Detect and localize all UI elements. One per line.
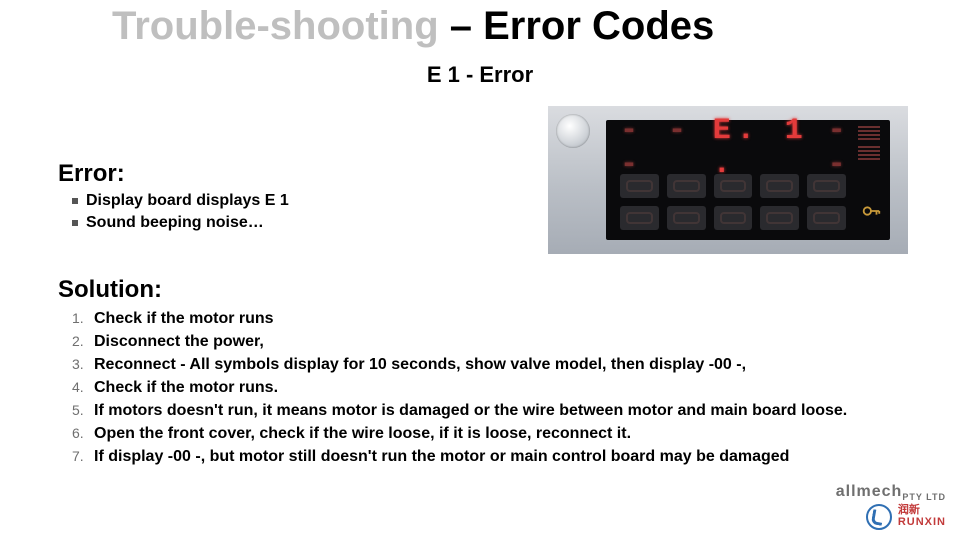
page-title: Trouble-shooting – Error Codes — [112, 4, 714, 49]
seg-leading-dashes: - - - — [620, 114, 701, 182]
mode-icon — [760, 206, 799, 230]
seven-segment-display: - - - E. 1 . - - — [620, 128, 876, 168]
solution-item-text: Reconnect - All symbols display for 10 s… — [94, 356, 746, 373]
runxin-text: 润新 RUNXIN — [898, 505, 946, 528]
allmech-sub: PTY LTD — [902, 492, 946, 502]
list-item: 7.If display -00 -, but motor still does… — [72, 448, 847, 466]
step-number: 2. — [72, 333, 94, 349]
mode-icon — [667, 174, 706, 198]
list-item: 1.Check if the motor runs — [72, 310, 847, 328]
panel-screen: - - - E. 1 . - - — [606, 120, 890, 240]
title-part2: Error Codes — [483, 4, 714, 48]
title-part1: Trouble-shooting — [112, 4, 439, 48]
solution-list: 1.Check if the motor runs 2.Disconnect t… — [72, 310, 847, 471]
error-list: Display board displays E 1 Sound beeping… — [72, 192, 289, 236]
step-number: 1. — [72, 310, 94, 326]
list-item: Display board displays E 1 — [72, 192, 289, 210]
runxin-logo: 润新 RUNXIN — [836, 504, 946, 530]
bullet-icon — [72, 198, 78, 204]
solution-item-text: Disconnect the power, — [94, 333, 264, 350]
solution-item-text: If display -00 -, but motor still doesn'… — [94, 448, 789, 465]
slide: Trouble-shooting – Error Codes E 1 - Err… — [0, 0, 960, 540]
error-item-text: Sound beeping noise… — [86, 214, 264, 231]
solution-heading: Solution: — [58, 276, 162, 304]
mode-icon — [760, 174, 799, 198]
mode-icon — [620, 174, 659, 198]
mode-icon — [667, 206, 706, 230]
panel-bars-icon — [858, 126, 880, 160]
mode-icon — [807, 206, 846, 230]
mode-icon — [807, 174, 846, 198]
step-number: 4. — [72, 379, 94, 395]
list-item: Sound beeping noise… — [72, 214, 289, 232]
mode-icon — [714, 174, 753, 198]
solution-item-text: Check if the motor runs — [94, 310, 274, 327]
list-item: 3.Reconnect - All symbols display for 10… — [72, 356, 847, 374]
solution-item-text: If motors doesn't run, it means motor is… — [94, 402, 847, 419]
list-item: 2.Disconnect the power, — [72, 333, 847, 351]
control-panel-photo: - - - E. 1 . - - — [548, 106, 908, 254]
allmech-logo: allmechPTY LTD — [836, 483, 946, 502]
panel-badge-icon — [556, 114, 590, 148]
subtitle: E 1 - Error — [0, 62, 960, 88]
runxin-en: RUNXIN — [898, 517, 946, 529]
step-number: 3. — [72, 356, 94, 372]
footer-logos: allmechPTY LTD 润新 RUNXIN — [836, 483, 946, 530]
step-number: 5. — [72, 402, 94, 418]
step-number: 7. — [72, 448, 94, 464]
runxin-icon — [866, 504, 892, 530]
title-sep: – — [439, 4, 483, 48]
list-item: 6.Open the front cover, check if the wir… — [72, 425, 847, 443]
step-number: 6. — [72, 425, 94, 441]
seg-error-code: E. 1 . — [713, 114, 810, 182]
list-item: 5.If motors doesn't run, it means motor … — [72, 402, 847, 420]
mode-icon — [620, 206, 659, 230]
list-item: 4.Check if the motor runs. — [72, 379, 847, 397]
solution-item-text: Check if the motor runs. — [94, 379, 278, 396]
panel-mode-icons — [620, 174, 846, 230]
error-heading: Error: — [58, 160, 125, 188]
error-item-text: Display board displays E 1 — [86, 192, 289, 209]
mode-icon — [714, 206, 753, 230]
key-icon — [860, 200, 882, 228]
solution-item-text: Open the front cover, check if the wire … — [94, 425, 631, 442]
bullet-icon — [72, 220, 78, 226]
allmech-text: allmech — [836, 483, 903, 500]
